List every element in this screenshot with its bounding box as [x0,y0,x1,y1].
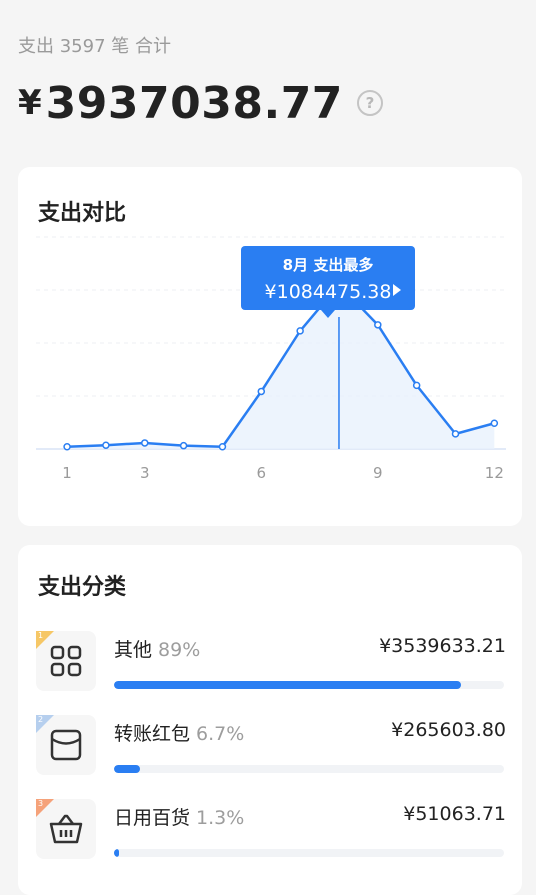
category-amount: ¥265603.80 [391,719,506,741]
expense-category-card: 支出分类 1 其他 89% ¥3539633.21 2 转账红包 6.7% ¥2… [18,545,522,895]
category-percent: 89% [158,639,201,661]
category-name: 转账红包 6.7% [114,719,244,746]
category-progress-bar [114,765,504,773]
data-point[interactable] [63,442,71,451]
max-expense-tooltip[interactable]: 8月 支出最多 ¥1084475.38 [241,246,415,310]
category-progress-bar [114,849,504,857]
total-amount: 3937038.77 [45,77,343,129]
play-arrow-icon[interactable] [393,284,401,296]
category-name-text: 转账红包 [114,723,191,745]
x-tick-label: 12 [485,464,504,482]
data-point[interactable] [296,327,304,335]
data-point[interactable] [141,439,149,447]
data-point[interactable] [257,387,266,396]
data-point[interactable] [218,442,227,451]
data-point[interactable] [179,441,188,450]
x-tick-label: 9 [373,464,383,482]
x-tick-label: 6 [257,464,267,482]
tooltip-amount: ¥1084475.38 [264,281,392,303]
rank-number: 3 [38,799,44,808]
expense-count-label: 支出 3597 笔 合计 [18,36,171,57]
expense-comparison-card: 支出对比 1 3 6 9 12 8月 支出最多 ¥1084475.38 [18,167,522,526]
category-item-transfer[interactable]: 2 转账红包 6.7% ¥265603.80 [36,715,506,777]
category-name-text: 日用百货 [114,807,191,829]
category-name: 日用百货 1.3% [114,803,244,830]
tooltip-title: 8月 支出最多 [282,256,374,274]
total-amount-row: ¥ 3937038.77 ? [18,77,383,129]
rank-number: 2 [38,715,44,724]
category-progress-fill [114,681,462,689]
category-percent: 6.7% [196,723,245,745]
data-point[interactable] [374,321,382,329]
expense-line-chart: 1 3 6 9 12 [36,236,506,482]
data-point[interactable] [451,430,460,438]
data-point[interactable] [412,381,421,390]
expense-summary: 支出 3597 笔 合计 ¥ 3937038.77 ? [18,28,518,138]
x-tick-label: 3 [140,464,150,482]
category-percent: 1.3% [196,807,245,829]
category-name-text: 其他 [114,639,153,661]
data-point[interactable] [490,419,499,428]
tooltip-pointer [321,310,335,318]
rank-number: 1 [38,631,44,640]
data-point[interactable] [102,441,110,449]
category-amount: ¥3539633.21 [379,635,506,657]
x-tick-label: 1 [62,464,72,482]
question-circle-icon[interactable]: ? [356,90,383,116]
category-item-other[interactable]: 1 其他 89% ¥3539633.21 [36,631,506,693]
category-progress-bar [114,681,504,689]
category-card-title: 支出分类 [38,575,127,600]
category-item-daily-goods[interactable]: 3 日用百货 1.3% ¥51063.71 [36,799,506,861]
category-name: 其他 89% [114,635,200,662]
category-progress-fill [114,765,141,773]
category-progress-fill [114,849,120,857]
currency-symbol: ¥ [18,83,42,123]
category-amount: ¥51063.71 [403,803,506,825]
